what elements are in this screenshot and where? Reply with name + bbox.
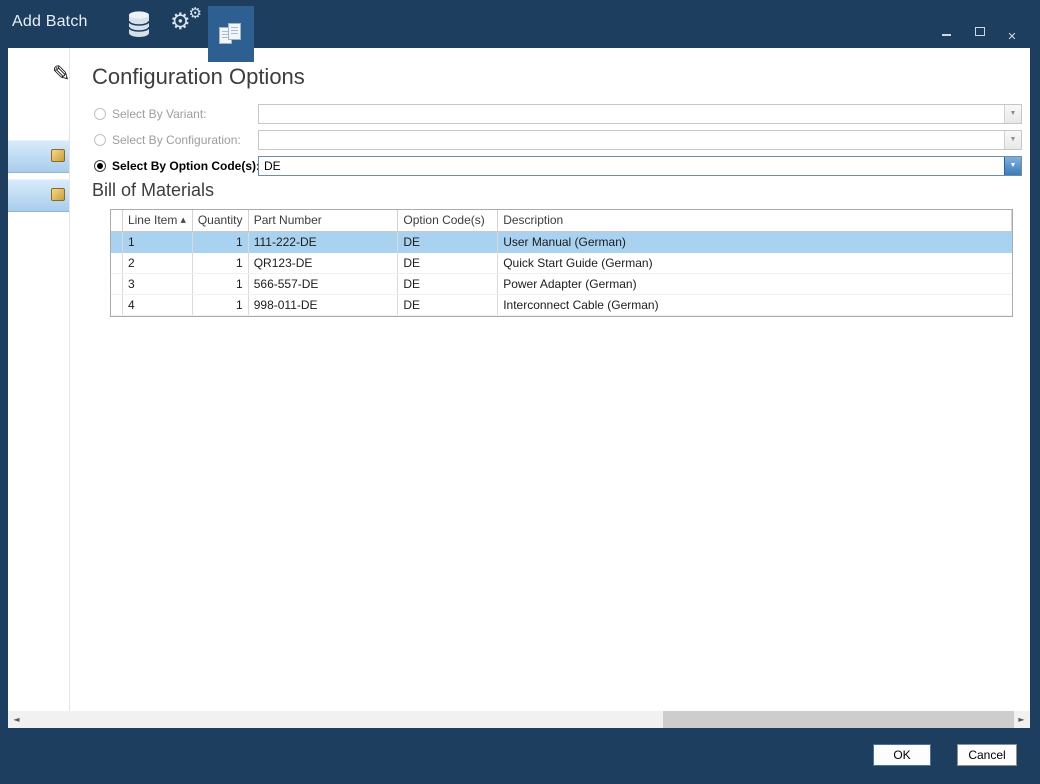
cell-part-number[interactable]: QR123-DE — [249, 253, 399, 273]
row-header[interactable] — [111, 253, 123, 273]
option-row-variant: Select By Variant: ▼ — [8, 104, 1030, 124]
column-header-label: Quantity — [198, 210, 243, 231]
minimize-icon — [942, 34, 951, 36]
cell-quantity[interactable]: 1 — [193, 295, 249, 315]
cell-part-number[interactable]: 566-557-DE — [249, 274, 399, 294]
database-icon-graphic — [127, 10, 151, 38]
horizontal-scrollbar[interactable]: ◄ ► — [8, 711, 1030, 728]
cancel-button[interactable]: Cancel — [957, 744, 1017, 766]
radio-select-by-configuration[interactable] — [94, 134, 106, 146]
scroll-right-icon[interactable]: ► — [1013, 711, 1030, 728]
radio-select-by-option-codes[interactable] — [94, 160, 106, 172]
bom-grid-header: Line Item ▲ Quantity Part Number Option … — [111, 210, 1012, 232]
cell-description[interactable]: User Manual (German) — [498, 232, 1012, 253]
maximize-icon — [975, 27, 985, 36]
scrollbar-thumb[interactable] — [663, 711, 1014, 728]
cell-part-number[interactable]: 998-011-DE — [249, 295, 399, 315]
radio-label-variant[interactable]: Select By Variant: — [112, 104, 207, 124]
dropdown-arrow-icon[interactable]: ▼ — [1004, 157, 1021, 175]
row-header-stub — [111, 210, 123, 231]
column-header-description[interactable]: Description — [498, 210, 1012, 231]
option-codes-combobox-value: DE — [264, 159, 281, 173]
cell-option-codes[interactable]: DE — [398, 253, 498, 273]
ok-button[interactable]: OK — [873, 744, 931, 766]
column-header-line-item[interactable]: Line Item ▲ — [123, 210, 193, 231]
cell-part-number[interactable]: 111-222-DE — [249, 232, 399, 253]
scroll-left-icon[interactable]: ◄ — [8, 711, 25, 728]
option-row-configuration: Select By Configuration: ▼ — [8, 130, 1030, 150]
cell-quantity[interactable]: 1 — [193, 274, 249, 294]
add-batch-window: Add Batch ⚙ ⚙ — [0, 0, 1040, 784]
row-header[interactable] — [111, 274, 123, 294]
bom-section-title: Bill of Materials — [92, 180, 214, 201]
column-header-label: Line Item — [128, 210, 177, 231]
bom-item-icon — [51, 188, 65, 201]
column-header-option-codes[interactable]: Option Code(s) — [398, 210, 498, 231]
configuration-combobox: ▼ — [258, 130, 1022, 150]
page-title: Configuration Options — [92, 64, 305, 90]
column-header-label: Option Code(s) — [403, 210, 484, 231]
batch-list-item-2[interactable] — [8, 179, 69, 212]
cell-description[interactable]: Power Adapter (German) — [498, 274, 1012, 294]
content-panel: ✎ Configuration Options Select By Varian… — [8, 48, 1030, 728]
titlebar-toolbar: ⚙ ⚙ — [116, 0, 254, 62]
cell-option-codes[interactable]: DE — [398, 295, 498, 315]
cell-line-item[interactable]: 3 — [123, 274, 193, 294]
bom-grid: Line Item ▲ Quantity Part Number Option … — [110, 209, 1013, 317]
radio-select-by-variant[interactable] — [94, 108, 106, 120]
close-button[interactable]: ✕ — [1002, 30, 1022, 46]
column-header-label: Part Number — [254, 210, 322, 231]
sort-ascending-icon: ▲ — [180, 210, 185, 231]
window-controls: ✕ — [929, 24, 1022, 46]
column-header-quantity[interactable]: Quantity — [193, 210, 249, 231]
cell-description[interactable]: Quick Start Guide (German) — [498, 253, 1012, 273]
cell-line-item[interactable]: 2 — [123, 253, 193, 273]
documents-icon[interactable] — [208, 6, 254, 62]
variant-combobox: ▼ — [258, 104, 1022, 124]
window-title: Add Batch — [12, 13, 88, 31]
edit-pencil-icon: ✎ — [52, 62, 70, 87]
gears-icon[interactable]: ⚙ ⚙ — [162, 0, 208, 48]
cell-quantity[interactable]: 1 — [193, 232, 249, 253]
bom-row-1[interactable]: 1 1 111-222-DE DE User Manual (German) — [111, 232, 1012, 253]
cell-option-codes[interactable]: DE — [398, 232, 498, 253]
cell-line-item[interactable]: 4 — [123, 295, 193, 315]
column-header-part-number[interactable]: Part Number — [249, 210, 399, 231]
maximize-button[interactable] — [970, 24, 990, 40]
option-codes-combobox[interactable]: DE ▼ — [258, 156, 1022, 176]
row-header[interactable] — [111, 295, 123, 315]
bom-row-2[interactable]: 2 1 QR123-DE DE Quick Start Guide (Germa… — [111, 253, 1012, 274]
gears-icon-graphic: ⚙ ⚙ — [170, 9, 200, 39]
radio-label-option-codes[interactable]: Select By Option Code(s): — [112, 156, 260, 176]
minimize-button[interactable] — [937, 24, 957, 40]
cell-option-codes[interactable]: DE — [398, 274, 498, 294]
cell-description[interactable]: Interconnect Cable (German) — [498, 295, 1012, 315]
radio-label-configuration[interactable]: Select By Configuration: — [112, 130, 241, 150]
cell-quantity[interactable]: 1 — [193, 253, 249, 273]
database-icon[interactable] — [116, 0, 162, 48]
dropdown-arrow-icon: ▼ — [1004, 131, 1021, 149]
bom-row-3[interactable]: 3 1 566-557-DE DE Power Adapter (German) — [111, 274, 1012, 295]
titlebar[interactable]: Add Batch ⚙ ⚙ — [0, 0, 1040, 48]
cell-line-item[interactable]: 1 — [123, 232, 193, 253]
page-front-icon — [228, 23, 241, 40]
option-row-option-codes: Select By Option Code(s): DE ▼ — [8, 156, 1030, 176]
bom-row-4[interactable]: 4 1 998-011-DE DE Interconnect Cable (Ge… — [111, 295, 1012, 316]
column-header-label: Description — [503, 210, 563, 231]
documents-icon-graphic — [219, 21, 243, 47]
row-header[interactable] — [111, 232, 123, 253]
dropdown-arrow-icon: ▼ — [1004, 105, 1021, 123]
